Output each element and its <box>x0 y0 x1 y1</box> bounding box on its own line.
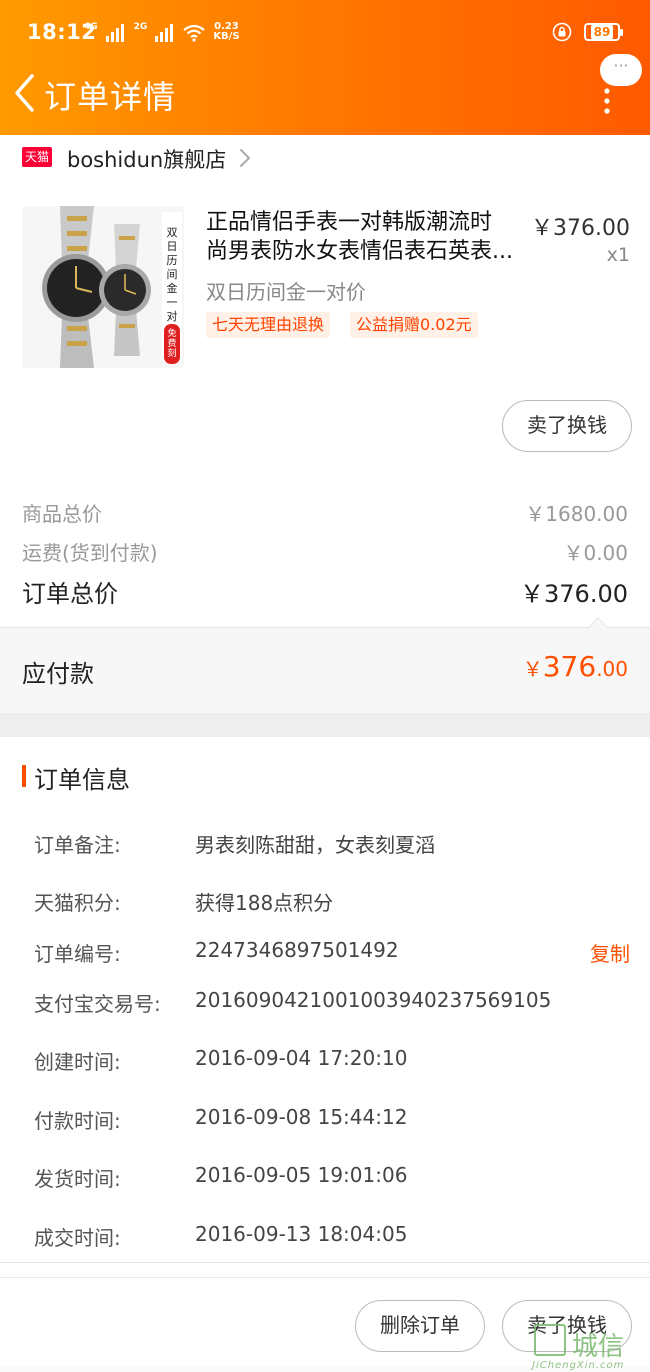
payable-label: 应付款 <box>22 660 94 688</box>
signal-icon <box>105 24 124 42</box>
shop-row[interactable]: 天猫 boshidun旗舰店 <box>0 135 650 183</box>
battery-icon: 89 <box>584 23 623 41</box>
info-value: 获得188点积分 <box>195 891 334 915</box>
section-divider <box>0 713 650 737</box>
status-right: 89 <box>552 22 623 42</box>
return-policy-badge: 七天无理由退换 <box>206 312 331 338</box>
info-value: 2247346897501492 <box>195 938 399 962</box>
network-speed: 0.23 KB/S <box>213 21 240 42</box>
product-sku: 双日历间金一对价 <box>206 280 366 304</box>
payable-section: 应付款 ￥376.00 <box>0 617 650 713</box>
goods-total-label: 商品总价 <box>22 502 102 526</box>
watermark-logo-icon <box>534 1324 566 1356</box>
svg-text:对: 对 <box>167 309 178 323</box>
pay-notch <box>588 617 608 637</box>
status-bar: 18:12 4G 2G 0.23 KB/S 89 <box>0 14 650 54</box>
site-watermark: 城信 JiChengXin.com <box>532 1322 650 1372</box>
info-label: 天猫积分: <box>34 891 121 915</box>
svg-text:间: 间 <box>167 268 178 281</box>
watch-pair-image: 双 日 历 间 金 一 对 免 费 刻 <box>22 206 184 368</box>
section-accent-bar <box>22 765 26 787</box>
sell-item-button[interactable]: 卖了换钱 <box>502 400 632 452</box>
wifi-icon <box>183 24 205 42</box>
divider <box>0 1262 650 1263</box>
app-header: 18:12 4G 2G 0.23 KB/S 89 订单详情 ··· <box>0 0 650 135</box>
order-total-label: 订单总价 <box>22 580 118 608</box>
svg-text:双: 双 <box>167 226 178 239</box>
payable-amount: ￥376.00 <box>522 650 628 683</box>
product-price: ￥376.00 <box>531 216 630 241</box>
info-value: 2016-09-05 19:01:06 <box>195 1163 408 1187</box>
info-value: 男表刻陈甜甜，女表刻夏滔 <box>195 833 435 857</box>
page-title: 订单详情 <box>44 78 177 116</box>
info-label: 创建时间: <box>34 1050 121 1074</box>
info-label: 订单编号: <box>34 942 121 966</box>
back-arrow-icon[interactable] <box>12 72 38 114</box>
message-bubble-icon[interactable]: ··· <box>600 54 642 86</box>
copy-order-number-button[interactable]: 复制 <box>590 938 630 967</box>
info-label: 订单备注: <box>34 833 121 857</box>
svg-text:金: 金 <box>167 281 178 295</box>
info-value: 2016-09-13 18:04:05 <box>195 1222 408 1246</box>
svg-text:日: 日 <box>167 240 178 253</box>
info-label: 发货时间: <box>34 1167 121 1191</box>
delete-order-button[interactable]: 删除订单 <box>355 1300 485 1352</box>
shipping-row: 运费(货到付款) ￥0.00 <box>22 537 628 566</box>
info-value: 2016090421001003940237569105 <box>195 988 552 1012</box>
info-value: 2016-09-08 15:44:12 <box>195 1105 408 1129</box>
info-label: 支付宝交易号: <box>34 992 161 1016</box>
svg-text:历: 历 <box>167 254 178 267</box>
network-type-2: 2G <box>133 22 148 32</box>
info-label: 成交时间: <box>34 1226 121 1250</box>
product-thumbnail[interactable]: 双 日 历 间 金 一 对 免 费 刻 <box>22 206 184 368</box>
product-title[interactable]: 正品情侣手表一对韩版潮流时 尚男表防水女表情侣表石英表... <box>206 208 522 266</box>
svg-text:免: 免 <box>167 327 176 339</box>
network-type-1: 4G <box>84 22 98 32</box>
info-label: 付款时间: <box>34 1109 121 1133</box>
goods-total-value: ￥1680.00 <box>525 502 628 526</box>
product-title-line-2: 尚男表防水女表情侣表石英表... <box>206 239 513 264</box>
signal-icon-2 <box>155 24 174 42</box>
shop-name[interactable]: boshidun旗舰店 <box>67 144 226 174</box>
shipping-label: 运费(货到付款) <box>22 541 158 565</box>
order-info-title: 订单信息 <box>34 766 130 794</box>
product-title-line-1: 正品情侣手表一对韩版潮流时 <box>206 210 493 235</box>
order-total-row: 订单总价 ￥376.00 <box>22 574 628 609</box>
svg-text:费: 费 <box>167 337 176 349</box>
product-quantity: x1 <box>606 244 630 266</box>
order-total-value: ￥376.00 <box>520 580 628 608</box>
svg-text:刻: 刻 <box>167 347 176 359</box>
nav-bar: 订单详情 ··· <box>0 54 650 126</box>
product-item[interactable]: 双 日 历 间 金 一 对 免 费 刻 正品情侣手表一对韩版潮流时 尚男表防水女… <box>0 196 650 381</box>
svg-text:一: 一 <box>167 296 178 309</box>
chevron-right-icon <box>240 149 251 167</box>
rotation-lock-icon <box>552 22 572 42</box>
charity-badge: 公益捐赠0.02元 <box>350 312 478 338</box>
network-indicators: 4G 2G 0.23 KB/S <box>84 22 240 42</box>
tmall-logo-icon: 天猫 <box>22 147 52 167</box>
more-menu-icon[interactable] <box>600 88 614 114</box>
divider <box>0 1277 650 1278</box>
info-value: 2016-09-04 17:20:10 <box>195 1046 408 1070</box>
shipping-value: ￥0.00 <box>563 541 628 565</box>
goods-total-row: 商品总价 ￥1680.00 <box>22 498 628 527</box>
